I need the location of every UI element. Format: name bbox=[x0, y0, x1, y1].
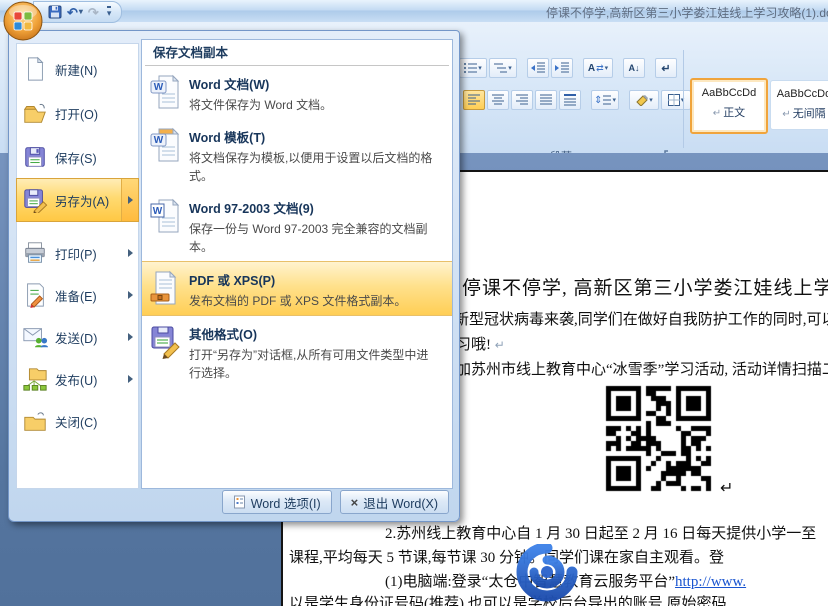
sort-icon[interactable]: A↓ bbox=[623, 58, 645, 78]
doc-bottom-line: 以是学生身份证号码(推荐),也可以是学校后台导出的账号,原始密码 bbox=[289, 592, 727, 606]
doc-body-line: 习哦! ↵ bbox=[456, 333, 505, 354]
align-center-icon[interactable] bbox=[487, 90, 509, 110]
align-right-icon[interactable] bbox=[511, 90, 533, 110]
align-left-icon[interactable] bbox=[463, 90, 485, 110]
multilevel-list-icon[interactable]: ▾ bbox=[489, 58, 517, 78]
qr-code bbox=[603, 383, 715, 495]
menu-item-open[interactable]: 打开(O) bbox=[17, 93, 138, 133]
asian-layout-icon[interactable]: A⇄▾ bbox=[583, 58, 613, 78]
pilcrow-icon: ↵ bbox=[782, 109, 790, 120]
window-title: 停课不停学,高新区第三小学娄江娃线上学习攻略(1).docx - Micr bbox=[546, 4, 828, 21]
line-spacing-icon[interactable]: ⇕ ▾ bbox=[591, 90, 619, 110]
word-options-button[interactable]: Word 选项(I) bbox=[222, 490, 332, 514]
distribute-icon[interactable] bbox=[559, 90, 581, 110]
title-bar: 停课不停学,高新区第三小学娄江娃线上学习攻略(1).docx - Micr bbox=[0, 0, 828, 23]
submenu-header: 保存文档副本 bbox=[145, 42, 449, 66]
borders-icon[interactable]: ▾ bbox=[661, 90, 691, 110]
submenu-item-word-template[interactable]: W Word 模板(T) 将文档保存为模板,以便用于设置以后文档的格式。 bbox=[142, 119, 452, 190]
office-button[interactable] bbox=[3, 1, 43, 41]
office-menu: 新建(N) 打开(O) 保存(S) 另存为(A) 打印(P) bbox=[8, 30, 460, 522]
show-marks-icon[interactable]: ↵ bbox=[655, 58, 677, 78]
paragraph-row-1: ▾ ▾ A⇄▾ A↓ ↵ bbox=[459, 58, 677, 78]
prepare-icon bbox=[22, 282, 48, 308]
close-folder-icon bbox=[22, 408, 48, 434]
svg-text:W: W bbox=[154, 135, 164, 146]
menu-item-send[interactable]: 发送(D) bbox=[17, 317, 138, 357]
pilcrow-icon: ↵ bbox=[713, 108, 721, 119]
menu-item-publish[interactable]: 发布(U) bbox=[17, 359, 138, 399]
word-97-2003-icon: W bbox=[150, 198, 180, 234]
office-menu-footer: Word 选项(I) × 退出 Word(X) bbox=[222, 490, 449, 514]
swirl-logo bbox=[509, 544, 585, 604]
submenu-item-word-97-2003[interactable]: W Word 97-2003 文档(9) 保存一份与 Word 97-2003 … bbox=[142, 190, 452, 261]
save-as-submenu: 保存文档副本 W Word 文档(W) 将文件保存为 Word 文档。 W Wo… bbox=[141, 39, 453, 489]
increase-indent-icon[interactable] bbox=[551, 58, 573, 78]
chevron-right-icon bbox=[128, 196, 133, 204]
exit-word-button[interactable]: × 退出 Word(X) bbox=[340, 490, 449, 514]
chevron-right-icon bbox=[128, 291, 133, 299]
doc-bottom-line: 2.苏州线上教育中心自 1 月 30 日起至 2 月 16 日每天提供小学一至 bbox=[385, 522, 816, 543]
hyperlink[interactable]: http://www. bbox=[675, 574, 746, 590]
submenu-item-pdf-xps[interactable]: PDF 或 XPS(P) 发布文档的 PDF 或 XPS 文件格式副本。 bbox=[142, 261, 452, 316]
doc-title-line: 停课不停学, 高新区第三小学娄江娃线上学 bbox=[462, 273, 828, 300]
menu-item-print[interactable]: 打印(P) bbox=[17, 233, 138, 273]
style-chip-no-spacing[interactable]: AaBbCcDd ↵无间隔 bbox=[770, 80, 828, 130]
submenu-item-other-formats[interactable]: 其他格式(O) 打开“另存为”对话框,从所有可用文件类型中进行选择。 bbox=[142, 316, 452, 387]
save-as-icon bbox=[22, 187, 48, 213]
office-menu-left-column: 新建(N) 打开(O) 保存(S) 另存为(A) 打印(P) bbox=[16, 43, 139, 489]
word-window: 停课不停学,高新区第三小学娄江娃线上学习攻略(1).docx - Micr ↶▾… bbox=[0, 0, 828, 606]
word-options-icon bbox=[233, 495, 246, 509]
other-formats-icon bbox=[150, 324, 180, 360]
shading-icon[interactable]: ▾ bbox=[629, 90, 659, 110]
style-chip-normal[interactable]: AaBbCcDd ↵正文 bbox=[690, 78, 768, 134]
menu-item-save-as[interactable]: 另存为(A) bbox=[17, 179, 138, 221]
word-template-icon: W bbox=[150, 127, 180, 163]
doc-body-line: 加苏州市线上教育中心“冰雪季”学习活动, 活动详情扫描二 bbox=[456, 358, 828, 379]
send-icon bbox=[22, 324, 48, 350]
svg-text:W: W bbox=[154, 82, 164, 93]
save-icon bbox=[22, 144, 48, 170]
undo-icon[interactable]: ↶▾ bbox=[67, 6, 83, 19]
chevron-right-icon bbox=[128, 333, 133, 341]
chevron-right-icon bbox=[128, 375, 133, 383]
paragraph-mark-icon: ↵ bbox=[495, 338, 505, 352]
submenu-item-word-document[interactable]: W Word 文档(W) 将文件保存为 Word 文档。 bbox=[142, 66, 452, 119]
word-document-icon: W bbox=[150, 74, 180, 110]
save-icon[interactable] bbox=[48, 5, 62, 19]
doc-body-line: 新型冠状病毒来袭,同学们在做好自我防护工作的同时,可以 bbox=[454, 308, 828, 329]
menu-item-new[interactable]: 新建(N) bbox=[17, 49, 138, 89]
menu-item-save[interactable]: 保存(S) bbox=[17, 137, 138, 177]
redo-icon[interactable]: ↷ bbox=[88, 6, 99, 19]
decrease-indent-icon[interactable] bbox=[527, 58, 549, 78]
paragraph-mark-icon: ↵ bbox=[720, 478, 733, 498]
justify-icon[interactable] bbox=[535, 90, 557, 110]
submenu-arrow-band bbox=[121, 179, 138, 221]
pdf-xps-icon bbox=[150, 270, 180, 306]
quick-access-toolbar: ↶▾ ↷ ▾ bbox=[33, 1, 122, 23]
paragraph-row-2: ⇕ ▾ ▾ ▾ bbox=[463, 90, 691, 110]
print-icon bbox=[22, 240, 48, 266]
customize-qat-icon[interactable]: ▾ bbox=[107, 6, 112, 18]
svg-text:W: W bbox=[153, 206, 163, 217]
numbering-icon[interactable]: ▾ bbox=[459, 58, 487, 78]
open-folder-icon bbox=[22, 100, 48, 126]
menu-item-close[interactable]: 关闭(C) bbox=[17, 401, 138, 441]
publish-icon bbox=[22, 366, 48, 392]
new-document-icon bbox=[22, 56, 48, 82]
chevron-right-icon bbox=[128, 249, 133, 257]
menu-item-prepare[interactable]: 准备(E) bbox=[17, 275, 138, 315]
doc-bottom-line: 课程,平均每天 5 节课,每节课 30 分钟。同学们课在家自主观看。登 bbox=[289, 546, 724, 567]
group-separator bbox=[683, 50, 684, 148]
close-icon: × bbox=[351, 495, 359, 510]
